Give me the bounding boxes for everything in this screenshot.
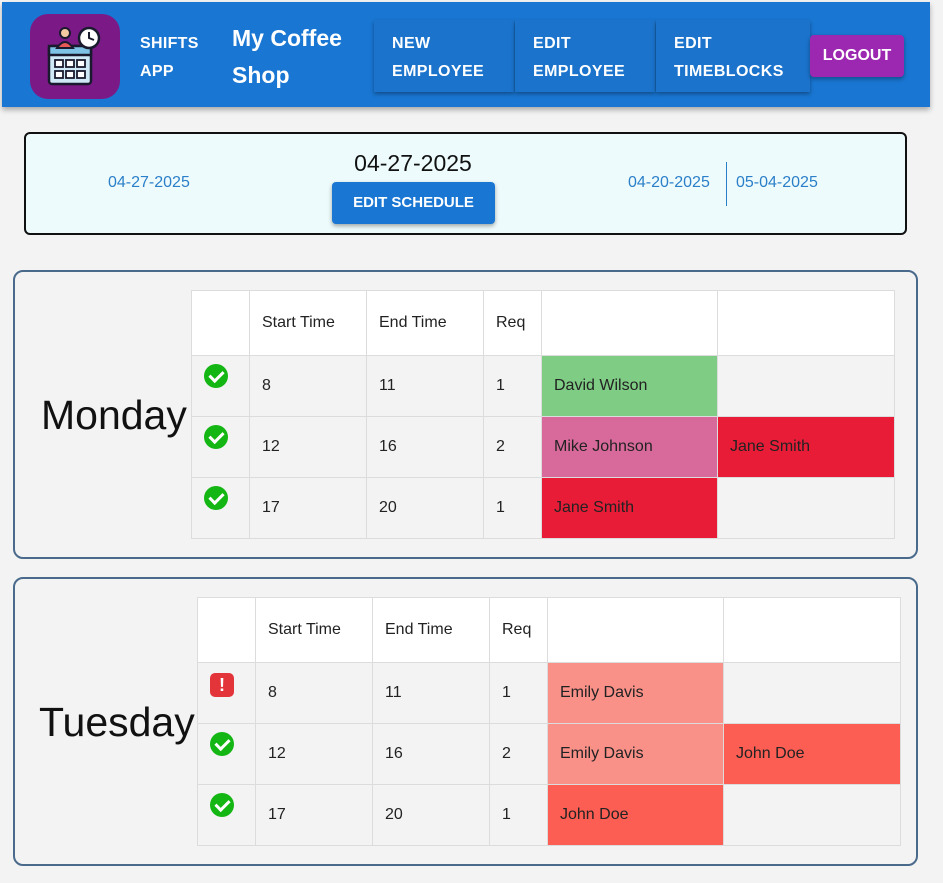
check-circle-icon <box>204 363 228 388</box>
status-cell <box>197 784 256 846</box>
end-time-cell: 16 <box>366 416 484 478</box>
table-row: 12 16 2 Mike Johnson Jane Smith <box>191 416 895 478</box>
day-label: Tuesday <box>39 699 195 745</box>
start-time-header: Start Time <box>249 290 367 356</box>
status-cell <box>191 477 250 539</box>
assignee-cell[interactable]: David Wilson <box>541 355 718 417</box>
day-card-tuesday: Tuesday Start Time End Time Req ! 8 11 1… <box>13 577 918 866</box>
edit-employee-button[interactable]: EDIT EMPLOYEE <box>515 20 655 92</box>
edit-schedule-button[interactable]: EDIT SCHEDULE <box>332 182 495 224</box>
check-circle-icon <box>210 792 234 817</box>
assignee-cell[interactable]: Jane Smith <box>541 477 718 539</box>
schedule-calendar-icon <box>47 26 101 86</box>
current-week-link[interactable]: 04-27-2025 <box>108 174 190 192</box>
assignee-cell[interactable] <box>723 662 901 724</box>
table-header-row: Start Time End Time Req <box>197 597 901 663</box>
assignee-cell[interactable]: John Doe <box>723 723 901 785</box>
start-time-cell: 17 <box>255 784 373 846</box>
schedule-date-bar: 04-27-2025 04-27-2025 EDIT SCHEDULE 04-2… <box>24 132 907 235</box>
table-row: 17 20 1 John Doe <box>197 784 901 846</box>
date-divider <box>726 162 727 206</box>
assignee-cell[interactable]: Mike Johnson <box>541 416 718 478</box>
req-cell: 2 <box>489 723 548 785</box>
previous-week-link[interactable]: 04-20-2025 <box>628 174 710 192</box>
shift-table: Start Time End Time Req ! 8 11 1 Emily D… <box>197 597 901 846</box>
status-cell <box>191 355 250 417</box>
day-label: Monday <box>41 392 187 438</box>
req-header: Req <box>489 597 548 663</box>
req-cell: 1 <box>483 477 542 539</box>
table-row: ! 8 11 1 Emily Davis <box>197 662 901 724</box>
status-cell: ! <box>197 662 256 724</box>
next-week-link[interactable]: 05-04-2025 <box>736 174 818 192</box>
status-header <box>197 597 256 663</box>
table-row: 17 20 1 Jane Smith <box>191 477 895 539</box>
start-time-cell: 12 <box>249 416 367 478</box>
day-card-monday: Monday Start Time End Time Req 8 11 1 Da… <box>13 270 918 559</box>
end-time-cell: 20 <box>372 784 490 846</box>
status-cell <box>191 416 250 478</box>
req-cell: 2 <box>483 416 542 478</box>
start-time-cell: 12 <box>255 723 373 785</box>
req-cell: 1 <box>483 355 542 417</box>
current-date-title: 04-27-2025 <box>354 150 472 176</box>
check-circle-icon <box>204 424 228 449</box>
alert-icon: ! <box>210 673 234 697</box>
assignee-cell[interactable] <box>717 355 895 417</box>
app-bar: SHIFTS APP My Coffee Shop NEW EMPLOYEE E… <box>2 2 930 107</box>
table-row: 8 11 1 David Wilson <box>191 355 895 417</box>
end-time-header: End Time <box>366 290 484 356</box>
check-circle-icon <box>210 731 234 756</box>
app-name: SHIFTS APP <box>140 35 199 80</box>
assignee-cell[interactable] <box>723 784 901 846</box>
new-employee-button[interactable]: NEW EMPLOYEE <box>374 20 514 92</box>
assignee-header <box>541 290 718 356</box>
assignee-cell[interactable]: Jane Smith <box>717 416 895 478</box>
start-time-cell: 8 <box>249 355 367 417</box>
assignee-cell[interactable]: Emily Davis <box>547 723 724 785</box>
end-time-cell: 16 <box>372 723 490 785</box>
logout-button[interactable]: LOGOUT <box>810 35 904 77</box>
assignee-cell[interactable]: John Doe <box>547 784 724 846</box>
req-cell: 1 <box>489 784 548 846</box>
end-time-header: End Time <box>372 597 490 663</box>
shop-name: My Coffee Shop <box>232 25 342 88</box>
assignee-cell[interactable]: Emily Davis <box>547 662 724 724</box>
start-time-cell: 17 <box>249 477 367 539</box>
assignee-header <box>547 597 724 663</box>
status-cell <box>197 723 256 785</box>
end-time-cell: 11 <box>372 662 490 724</box>
assignee-header <box>717 290 895 356</box>
table-header-row: Start Time End Time Req <box>191 290 895 356</box>
shift-table: Start Time End Time Req 8 11 1 David Wil… <box>191 290 895 539</box>
assignee-cell[interactable] <box>717 477 895 539</box>
app-logo <box>30 14 120 99</box>
start-time-cell: 8 <box>255 662 373 724</box>
req-cell: 1 <box>489 662 548 724</box>
start-time-header: Start Time <box>255 597 373 663</box>
end-time-cell: 11 <box>366 355 484 417</box>
table-row: 12 16 2 Emily Davis John Doe <box>197 723 901 785</box>
end-time-cell: 20 <box>366 477 484 539</box>
check-circle-icon <box>204 485 228 510</box>
req-header: Req <box>483 290 542 356</box>
status-header <box>191 290 250 356</box>
edit-timeblocks-button[interactable]: EDIT TIMEBLOCKS <box>656 20 810 92</box>
assignee-header <box>723 597 901 663</box>
